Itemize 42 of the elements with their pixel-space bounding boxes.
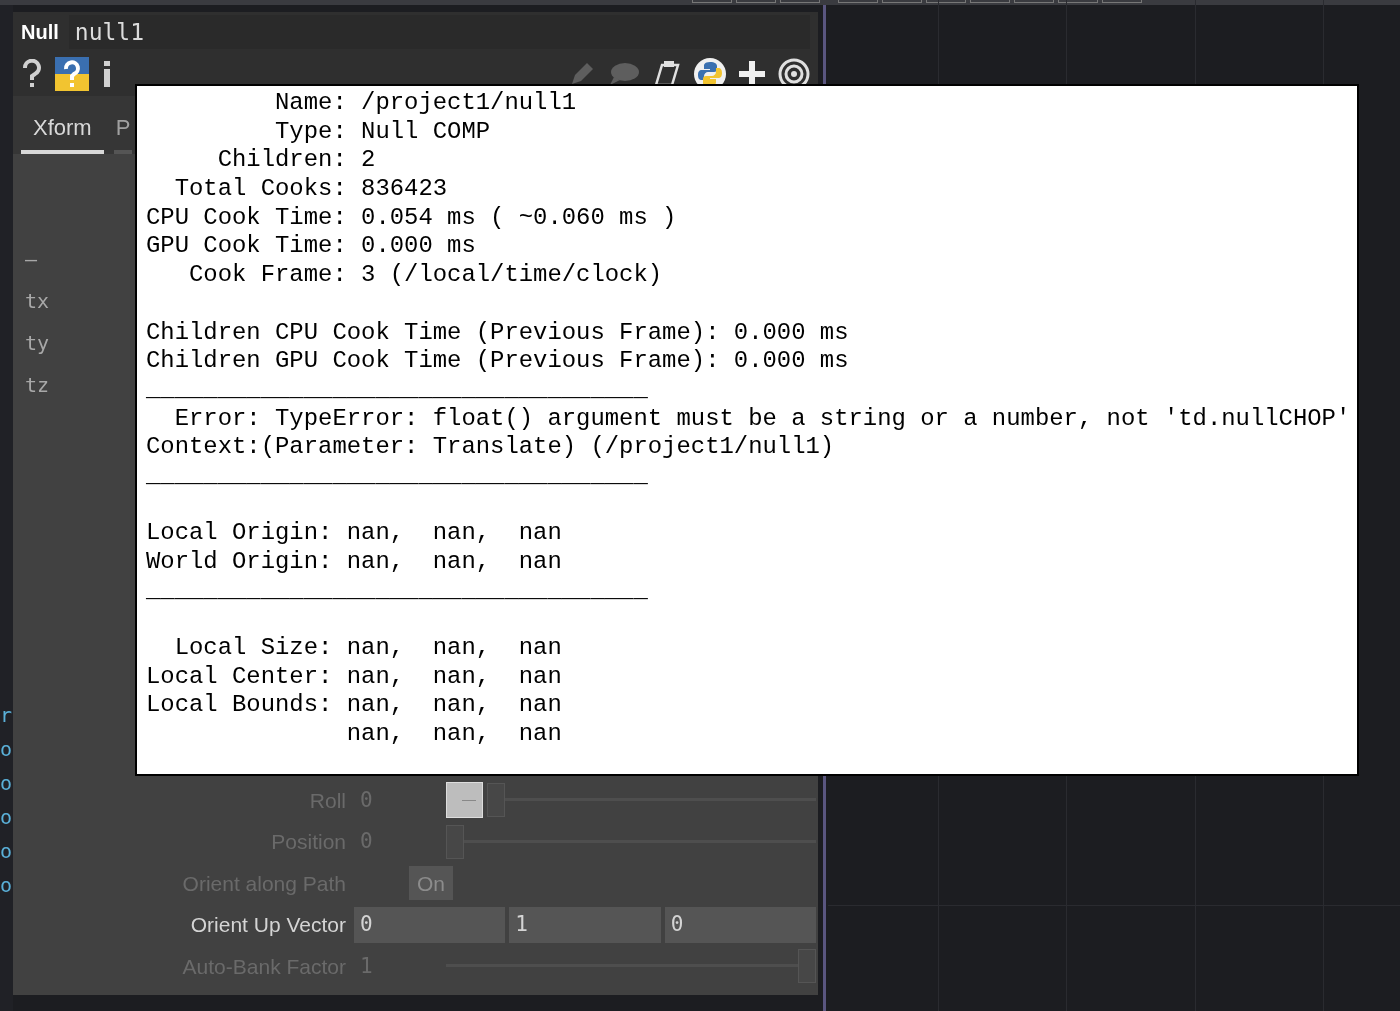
help-icon[interactable] (21, 59, 43, 89)
parameter-label: tz (25, 372, 50, 399)
info-line: GPU Cook Time: 0.000 ms (146, 232, 476, 262)
speech-bubble-icon[interactable] (608, 61, 640, 87)
value-text: o (0, 739, 12, 759)
info-icon[interactable] (101, 59, 113, 89)
info-line: Local Origin: nan, nan, nan (146, 519, 562, 548)
info-line: Name: /project1/null1 (274, 89, 577, 118)
value-field[interactable]: 0 (354, 906, 506, 943)
python-help-icon[interactable] (55, 57, 89, 91)
parameter-label: ty (25, 330, 50, 357)
info-line: World Origin: nan, nan, nan (146, 548, 562, 577)
info-line: Type: Null COMP (274, 117, 491, 147)
info-line: CPU Cook Time: 0.054 ms ( ~0.060 ms ) (146, 203, 677, 233)
operator-type-label: Null (21, 20, 59, 45)
parameter-label: Orient Up Vector (189, 912, 347, 938)
info-line: ___________________________________ (146, 375, 648, 405)
info-line: Children GPU Cook Time (Previous Frame): 0.000 ms (146, 347, 849, 376)
value-text: o (0, 773, 12, 793)
operator-name-field[interactable]: null1 (68, 15, 810, 49)
value-text: o (0, 841, 12, 861)
value-field[interactable]: 1 (509, 906, 661, 943)
info-line: ___________________________________ (146, 576, 648, 606)
parameter-label: tx (25, 288, 50, 315)
info-line: Local Size: nan, nan, nan (173, 634, 562, 663)
info-line: Local Center: nan, nan, nan (146, 662, 562, 692)
info-line: Cook Frame: 3 (/local/time/clock) (188, 261, 663, 290)
info-line: Context:(Parameter: Translate) (/project1/null1) (146, 433, 835, 462)
info-line: Children: 2 (216, 146, 376, 176)
info-line: nan, nan, nan (345, 720, 562, 749)
value-text: r (0, 705, 12, 725)
info-line: Total Cooks: 836423 (173, 175, 448, 204)
info-line: Children CPU Cook Time (Previous Frame): 0.000 ms (146, 318, 849, 348)
info-line: Error: TypeError: float() argument must be a string or a number, not 'td.nullCHOP' (173, 404, 1351, 434)
page-tab[interactable]: Xform (21, 111, 104, 154)
parameter-label: — (25, 246, 38, 273)
value-field[interactable]: 0 (664, 906, 816, 943)
value-text: o (0, 807, 12, 827)
info-line: Local Bounds: nan, nan, nan (146, 691, 562, 721)
value-text: o (0, 875, 12, 895)
default-button[interactable] (446, 782, 483, 819)
info-line: ___________________________________ (146, 461, 648, 491)
